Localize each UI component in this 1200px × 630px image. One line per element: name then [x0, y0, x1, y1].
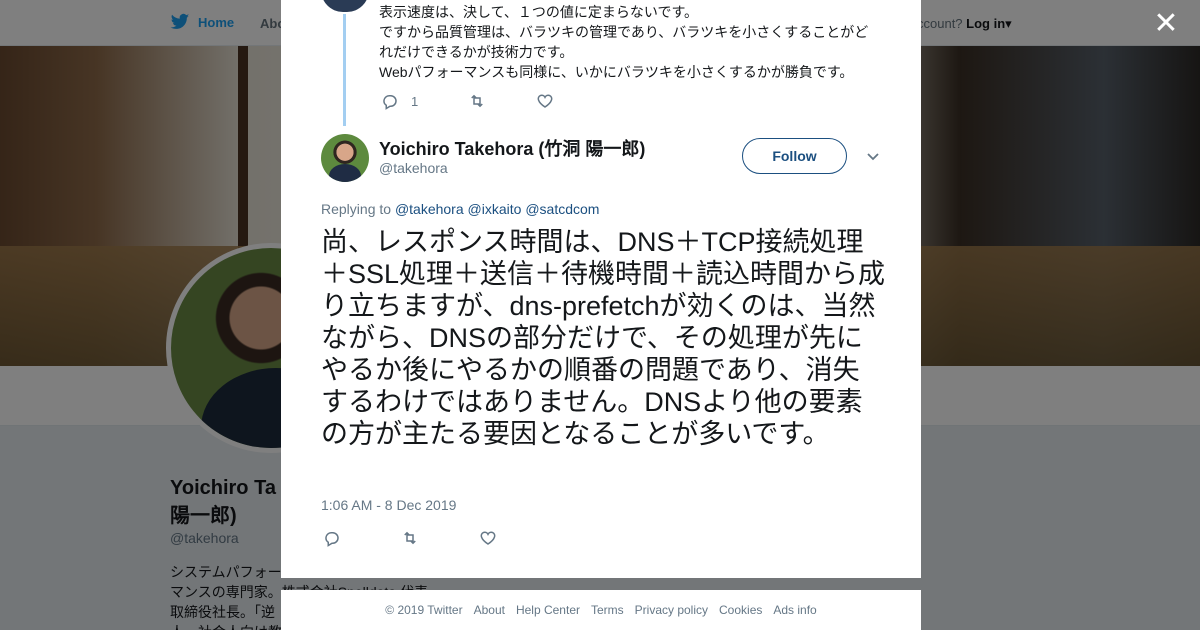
heart-icon — [537, 94, 553, 108]
replying-to: Replying to @takehora @ixkaito @satcdcom — [321, 201, 599, 217]
footer-link-about[interactable]: About — [474, 603, 505, 617]
follow-button[interactable]: Follow — [742, 138, 847, 174]
thread-connector-line — [343, 14, 346, 126]
tweet-modal: 表示速度は、決して、１つの値に定まらないです。 ですから品質管理は、バラツキの管… — [281, 0, 921, 578]
reply-button[interactable]: 1 — [381, 92, 418, 110]
author-avatar[interactable] — [321, 134, 369, 182]
reply-button[interactable] — [323, 529, 341, 547]
mention-link[interactable]: @ixkaito — [468, 201, 522, 217]
modal-footer: © 2019 Twitter About Help Center Terms P… — [281, 590, 921, 630]
author-handle[interactable]: @takehora — [379, 160, 448, 176]
previous-tweet-avatar[interactable] — [321, 0, 369, 12]
retweet-button[interactable] — [401, 529, 419, 547]
footer-link-cookies[interactable]: Cookies — [719, 603, 762, 617]
tweet-timestamp[interactable]: 1:06 AM - 8 Dec 2019 — [321, 497, 456, 513]
reply-icon — [383, 94, 397, 110]
retweet-icon — [471, 94, 484, 108]
retweet-button[interactable] — [468, 92, 486, 110]
chevron-down-icon[interactable] — [865, 148, 881, 164]
previous-tweet-actions: 1 — [381, 92, 604, 110]
reply-icon — [325, 531, 339, 547]
footer-link-privacy[interactable]: Privacy policy — [635, 603, 708, 617]
author-name[interactable]: Yoichiro Takehora (竹洞 陽一郎) — [379, 135, 645, 161]
like-button[interactable] — [479, 529, 497, 547]
heart-icon — [480, 531, 496, 545]
mention-link[interactable]: @takehora — [395, 201, 464, 217]
close-icon[interactable]: ✕ — [1152, 9, 1180, 39]
replying-to-label: Replying to — [321, 201, 392, 217]
reply-count: 1 — [411, 93, 419, 109]
footer-link-ads-info[interactable]: Ads info — [773, 603, 816, 617]
retweet-icon — [404, 531, 416, 545]
mention-link[interactable]: @satcdcom — [525, 201, 599, 217]
like-button[interactable] — [536, 92, 554, 110]
footer-link-help-center[interactable]: Help Center — [516, 603, 580, 617]
tweet-text: 尚、レスポンス時間は、DNS＋TCP接続処理＋SSL処理＋送信＋待機時間＋読込時… — [321, 227, 886, 449]
footer-copyright: © 2019 Twitter — [385, 603, 463, 617]
tweet-actions — [323, 529, 557, 547]
previous-tweet-text: 表示速度は、決して、１つの値に定まらないです。 ですから品質管理は、バラツキの管… — [379, 4, 869, 80]
footer-link-terms[interactable]: Terms — [591, 603, 624, 617]
